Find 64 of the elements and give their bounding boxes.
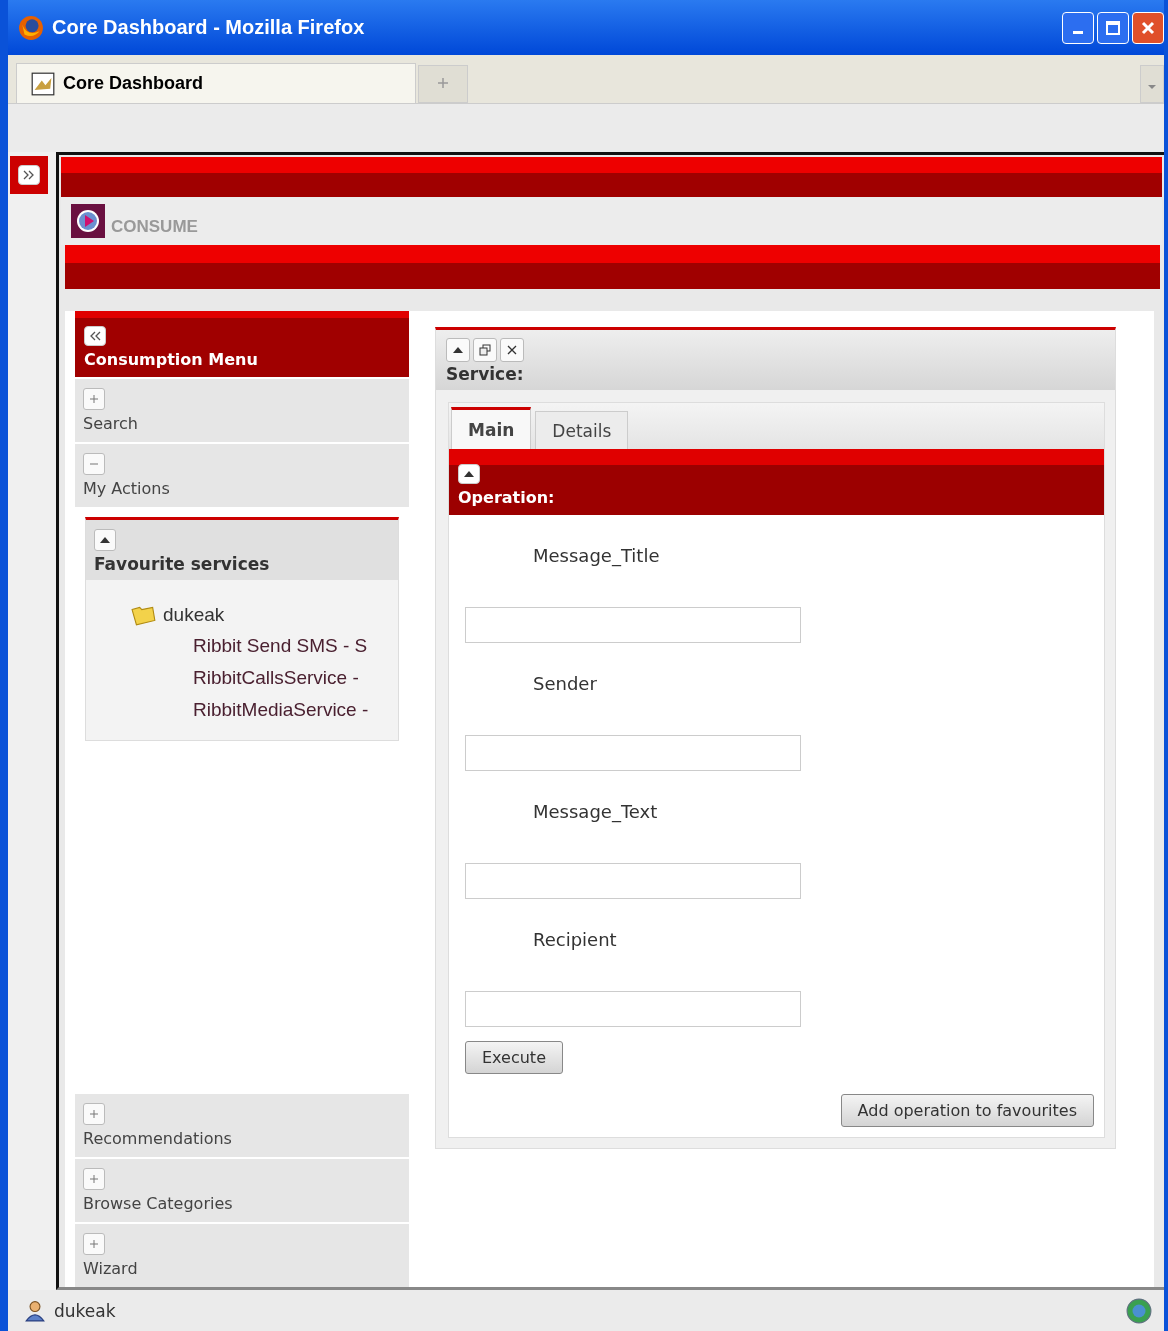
plus-icon xyxy=(89,1109,99,1119)
tree-item[interactable]: RibbitMediaService - xyxy=(193,694,398,726)
field-label: Message_Text xyxy=(533,801,659,825)
field-label: Sender xyxy=(533,673,598,696)
section-title: Operation: xyxy=(458,488,556,507)
user-name: dukeak xyxy=(54,1300,116,1321)
accordion-label: Wizard xyxy=(83,1259,139,1278)
accordion-header[interactable]: Wizard xyxy=(75,1222,409,1287)
globe-icon xyxy=(1126,1297,1152,1324)
double-chevron-icon xyxy=(23,170,35,180)
input-field[interactable] xyxy=(465,991,801,1027)
add-favourite-button[interactable]: Add operation to favourites xyxy=(840,1094,1094,1127)
caret-icon xyxy=(1148,84,1156,89)
triangle-up-icon xyxy=(464,471,474,477)
tab-list-button[interactable] xyxy=(1140,65,1164,103)
triangle-up-icon xyxy=(453,347,463,353)
panel-title: Service: xyxy=(446,364,525,384)
section-title: CONSUME xyxy=(111,217,198,238)
close-button[interactable] xyxy=(500,338,524,362)
plus-icon xyxy=(89,394,99,404)
browser-tab[interactable]: Core Dashboard xyxy=(16,63,416,103)
accordion-header[interactable]: Recommendations xyxy=(75,1092,409,1157)
collapse-button[interactable] xyxy=(458,464,480,484)
field-label: Message_Title xyxy=(533,545,661,569)
accordion-label: Browse Categories xyxy=(83,1194,234,1213)
collapse-button[interactable] xyxy=(446,338,470,362)
minimize-icon xyxy=(1073,31,1083,34)
plus-icon xyxy=(437,76,449,89)
panel-title: Favourite services xyxy=(94,554,271,574)
collapse-button[interactable] xyxy=(94,529,116,551)
expand-button[interactable] xyxy=(18,165,40,185)
triangle-up-icon xyxy=(100,537,110,543)
field-label: Recipient xyxy=(533,929,618,952)
firefox-logo-icon xyxy=(18,14,44,41)
accordion-label: Recommendations xyxy=(83,1129,233,1148)
tree-item[interactable]: RibbitCallsService - xyxy=(193,662,398,694)
tab[interactable]: Main xyxy=(451,407,532,449)
restore-icon xyxy=(479,344,491,356)
plus-icon xyxy=(89,1239,99,1249)
tab[interactable]: Details xyxy=(535,411,629,449)
input-field[interactable] xyxy=(465,735,801,771)
page-icon xyxy=(31,71,55,96)
tree-item[interactable]: Ribbit Send SMS - S xyxy=(193,630,398,662)
menu-title: Consumption Menu xyxy=(84,350,259,369)
double-chevron-icon xyxy=(89,331,101,341)
input-field[interactable] xyxy=(465,863,801,899)
maximize-button[interactable] xyxy=(1097,11,1129,44)
accordion-header[interactable]: Search xyxy=(75,377,409,442)
accordion-header[interactable]: My Actions xyxy=(75,442,409,507)
tree-folder[interactable]: dukeak xyxy=(163,604,225,626)
close-icon xyxy=(506,344,518,356)
user-icon xyxy=(24,1299,46,1322)
input-field[interactable] xyxy=(465,607,801,643)
folder-icon xyxy=(131,604,157,626)
accordion-header[interactable]: Browse Categories xyxy=(75,1157,409,1222)
accordion-label: My Actions xyxy=(83,479,171,498)
window-title: Core Dashboard - Mozilla Firefox xyxy=(52,16,365,39)
play-icon xyxy=(71,204,105,238)
collapse-button[interactable] xyxy=(84,326,106,346)
minimize-button[interactable] xyxy=(1062,11,1094,44)
new-tab-button[interactable] xyxy=(418,65,468,103)
accordion-label: Search xyxy=(83,414,139,433)
plus-icon xyxy=(89,1174,99,1184)
execute-button[interactable]: Execute xyxy=(465,1041,563,1074)
